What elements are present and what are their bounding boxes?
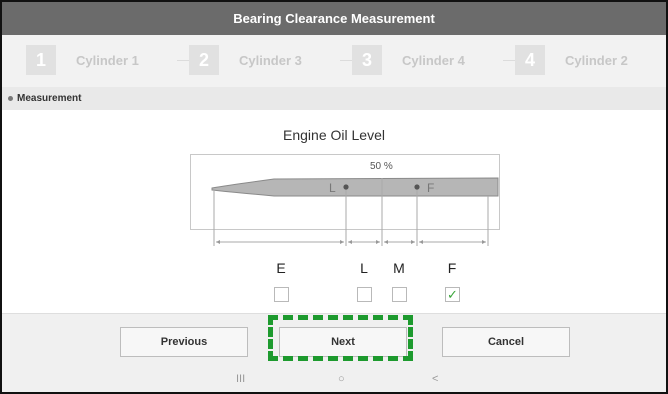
- level-checkbox-l[interactable]: [357, 287, 372, 302]
- level-checkbox-f[interactable]: ✓: [445, 287, 460, 302]
- dipstick-diagram: L F: [211, 177, 499, 246]
- level-checkbox-e[interactable]: [274, 287, 289, 302]
- recents-icon[interactable]: III: [236, 373, 245, 385]
- back-icon[interactable]: <: [432, 373, 438, 385]
- mark-f: F: [427, 181, 434, 195]
- mark-l: L: [329, 181, 336, 195]
- previous-button[interactable]: Previous: [120, 327, 248, 357]
- level-label-m: M: [393, 260, 405, 276]
- system-nav-bar: III ○ <: [2, 370, 666, 392]
- level-label-e: E: [276, 260, 286, 276]
- level-checkbox-m[interactable]: [392, 287, 407, 302]
- dipstick-hole-l: [343, 184, 349, 190]
- percent-label: 50 %: [370, 161, 393, 172]
- dipstick-hole-f: [414, 184, 420, 190]
- dipstick-icon: [211, 177, 499, 197]
- level-label-l: L: [360, 260, 368, 276]
- app-frame: Bearing Clearance Measurement 1 Cylinder…: [0, 0, 668, 394]
- cancel-button[interactable]: Cancel: [442, 327, 570, 357]
- level-label-f: F: [447, 260, 457, 276]
- home-icon[interactable]: ○: [338, 373, 345, 385]
- checkmark-icon: ✓: [447, 287, 458, 302]
- next-button-highlight: [268, 315, 413, 361]
